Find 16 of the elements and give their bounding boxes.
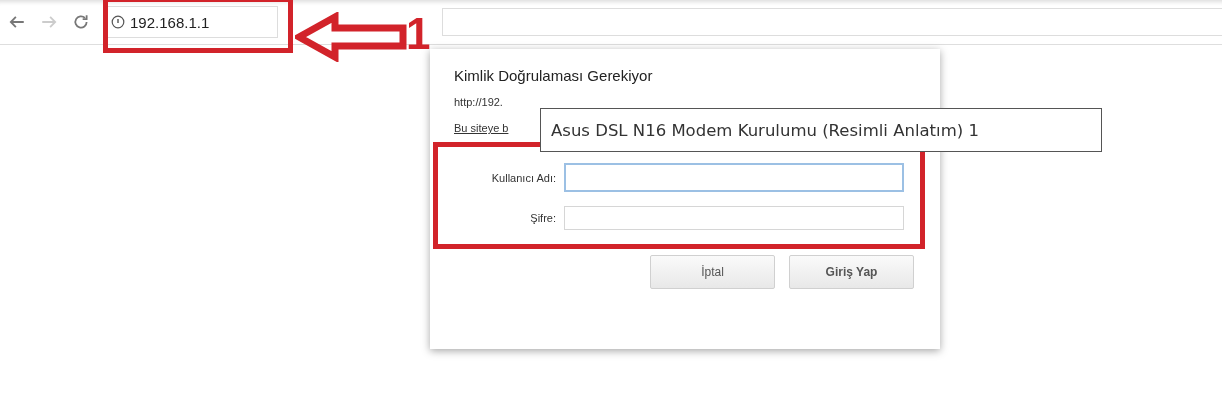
url-text: 192.168.1.1	[130, 13, 210, 31]
field-label: Kullanıcı Adı:	[490, 171, 556, 184]
arrow-icon	[295, 12, 407, 62]
info-icon[interactable]	[111, 15, 125, 29]
field-label: Şifre:	[529, 212, 556, 224]
cancel-button[interactable]: İptal	[650, 255, 775, 289]
input-field[interactable]	[564, 206, 904, 230]
url-text: http://192.	[454, 96, 503, 108]
login-button[interactable]: Giriş Yap	[789, 255, 914, 289]
step-number: 1	[406, 12, 431, 56]
dialog-title: Kimlik Doğrulaması Gerekiyor	[454, 67, 654, 84]
message-text: Bu siteye b	[454, 122, 509, 134]
reload-icon[interactable]	[72, 13, 90, 31]
input-field[interactable]	[564, 163, 904, 192]
search-field[interactable]	[442, 8, 1222, 36]
tooltip: Asus DSL N16 Modem Kurulumu (Resimli Anlatım) 1	[540, 108, 1102, 152]
